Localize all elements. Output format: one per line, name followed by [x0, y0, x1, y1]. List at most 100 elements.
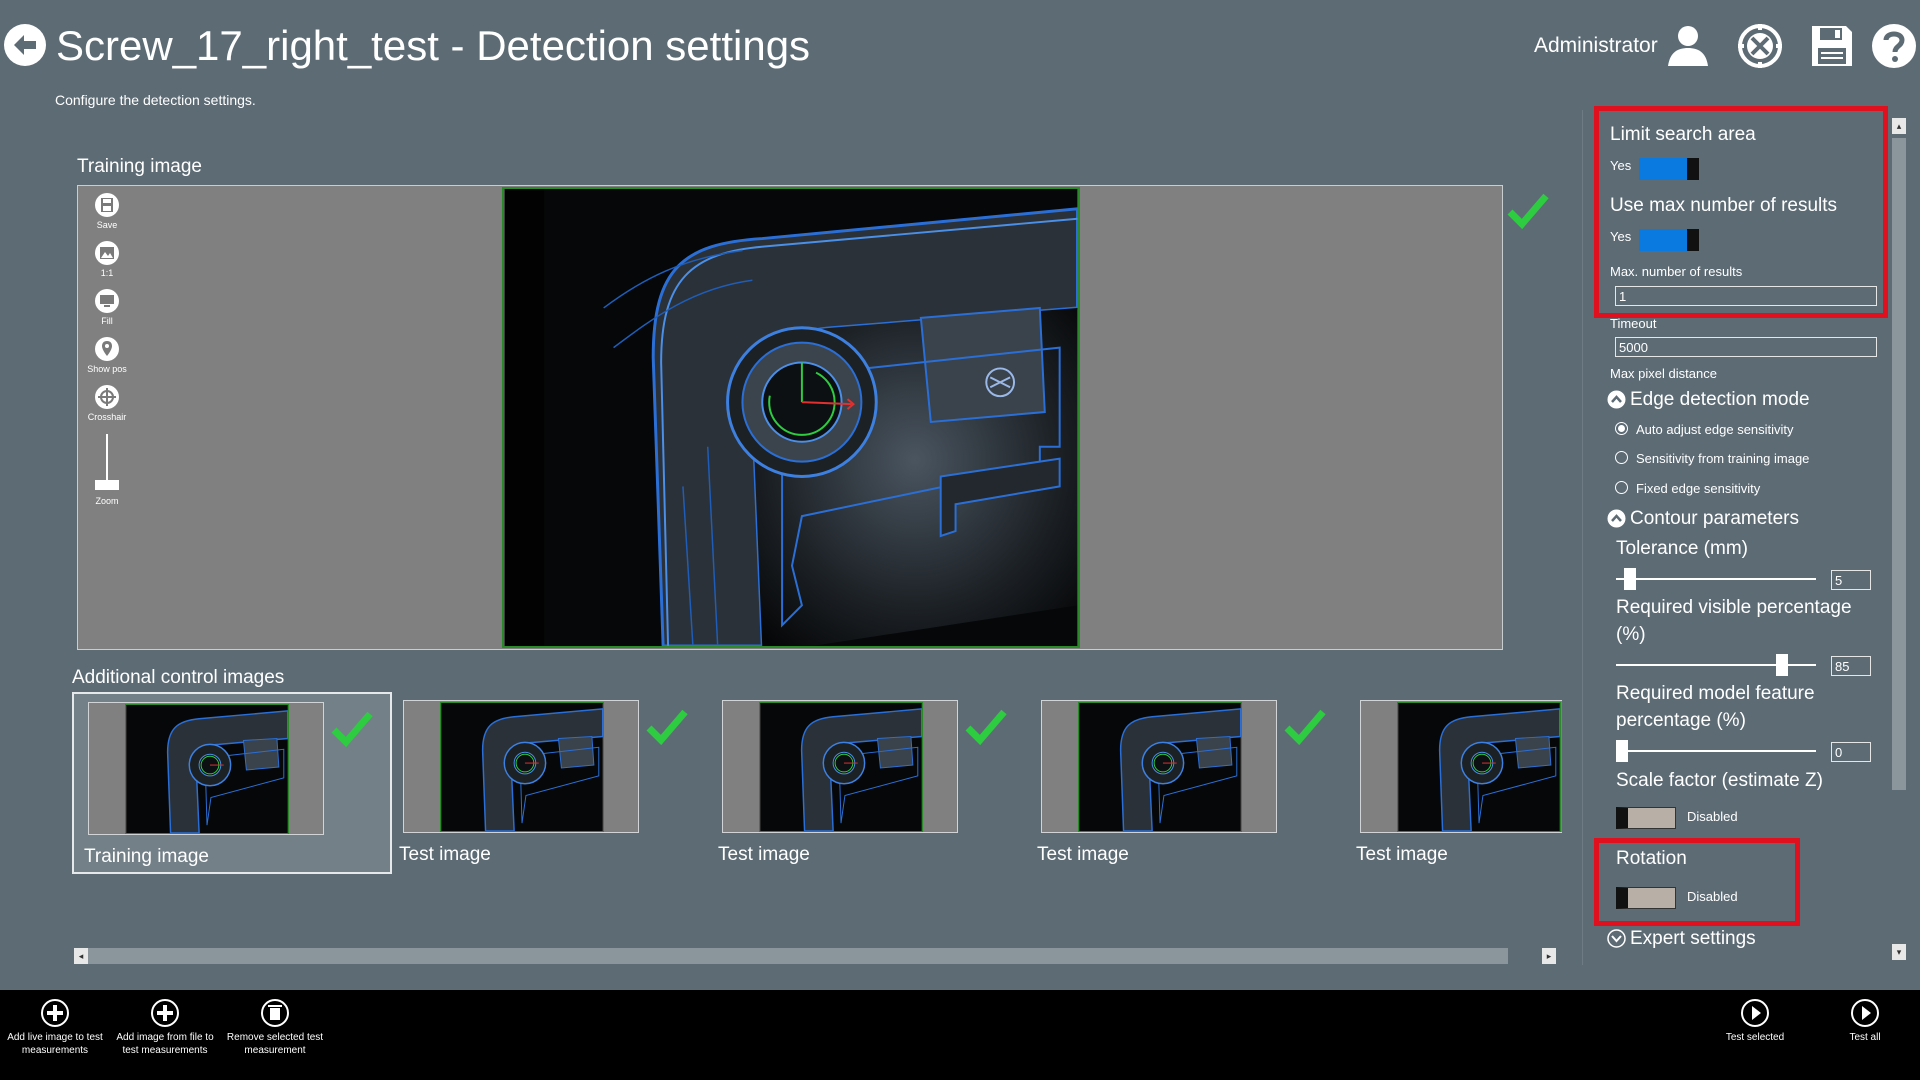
- part-thumbnail: [759, 702, 923, 832]
- contour-parameters-label: Contour parameters: [1630, 508, 1799, 529]
- collapse-up-icon[interactable]: [1607, 390, 1626, 409]
- timeout-input[interactable]: [1615, 337, 1877, 357]
- crosshair-icon: [95, 385, 119, 409]
- use-max-results-toggle[interactable]: [1639, 229, 1699, 251]
- zoom-slider[interactable]: Zoom: [84, 430, 130, 516]
- visible-percentage-unit: (%): [1616, 624, 1646, 645]
- toolbar-1to1-button[interactable]: 1:1: [84, 238, 130, 286]
- scroll-left-arrow[interactable]: ◂: [74, 948, 88, 964]
- scale-factor-toggle[interactable]: [1616, 807, 1676, 829]
- training-image-title: Training image: [77, 156, 202, 177]
- control-image-frame: [1041, 700, 1277, 833]
- control-image-label: Test image: [718, 844, 810, 865]
- toolbar-save-button[interactable]: Save: [84, 190, 130, 238]
- radio-sensitivity-from-training-label: Sensitivity from training image: [1636, 451, 1810, 466]
- control-image-label: Test image: [1037, 844, 1129, 865]
- toolbar-crosshair-button[interactable]: Crosshair: [84, 382, 130, 430]
- visible-percentage-slider[interactable]: [1616, 654, 1816, 676]
- part-thumbnail: [440, 702, 604, 832]
- training-check-icon: [1507, 193, 1549, 230]
- control-image-item[interactable]: Test image: [1346, 692, 1562, 874]
- back-arrow-icon: [5, 25, 45, 65]
- tolerance-slider[interactable]: [1616, 568, 1816, 590]
- slider-thumb[interactable]: [1616, 740, 1628, 762]
- expert-settings-label: Expert settings: [1630, 928, 1756, 949]
- settings-panel: Limit search area Yes Use max number of …: [1582, 110, 1892, 965]
- max-results-label: Max. number of results: [1610, 264, 1743, 279]
- add-circle-icon: [151, 999, 179, 1027]
- tools-icon[interactable]: [1736, 22, 1784, 70]
- use-max-results-state: Yes: [1610, 229, 1632, 244]
- scroll-right-arrow[interactable]: ▸: [1542, 948, 1556, 964]
- user-name: Administrator: [1534, 34, 1658, 57]
- add-live-image-button[interactable]: Add live image to test measurements: [5, 998, 105, 1057]
- scroll-down-arrow[interactable]: ▾: [1892, 944, 1906, 960]
- test-selected-button[interactable]: Test selected: [1705, 998, 1805, 1044]
- control-image-item[interactable]: Training image: [72, 692, 392, 874]
- rotation-toggle[interactable]: [1616, 887, 1676, 909]
- max-results-input[interactable]: [1615, 286, 1877, 306]
- control-image-item[interactable]: Test image: [389, 692, 709, 874]
- control-image-frame: [88, 702, 324, 835]
- collapse-up-icon[interactable]: [1607, 509, 1626, 528]
- slider-thumb[interactable]: [1776, 654, 1788, 676]
- training-image-view[interactable]: [502, 187, 1080, 648]
- max-pixel-distance-label: Max pixel distance: [1610, 366, 1717, 381]
- control-image-label: Training image: [84, 846, 209, 867]
- model-feature-percentage-slider[interactable]: [1616, 740, 1816, 762]
- part-thumbnail: [125, 704, 289, 834]
- limit-search-area-state: Yes: [1610, 158, 1632, 173]
- timeout-label: Timeout: [1610, 316, 1657, 331]
- visible-percentage-input[interactable]: [1831, 656, 1871, 676]
- toolbar-save-label: Save: [96, 220, 118, 230]
- test-all-label: Test all: [1849, 1032, 1881, 1043]
- rotation-label: Rotation: [1616, 848, 1687, 869]
- use-max-results-label: Use max number of results: [1610, 195, 1838, 216]
- control-image-frame: [722, 700, 958, 833]
- edge-detection-mode-label: Edge detection mode: [1630, 389, 1810, 410]
- check-icon: [1284, 709, 1326, 746]
- part-thumbnail: [1397, 702, 1561, 832]
- check-icon: [965, 709, 1007, 746]
- tolerance-label: Tolerance (mm): [1616, 538, 1748, 559]
- slider-thumb[interactable]: [1624, 568, 1636, 590]
- vertical-scroll-thumb[interactable]: [1892, 138, 1906, 790]
- radio-fixed-edge-label: Fixed edge sensitivity: [1636, 481, 1761, 496]
- control-image-item[interactable]: Test image: [708, 692, 1028, 874]
- horizontal-scroll-thumb[interactable]: [88, 948, 1508, 964]
- slider-track: [1616, 750, 1816, 752]
- additional-images-title: Additional control images: [72, 667, 285, 688]
- toolbar-fill-button[interactable]: Fill: [84, 286, 130, 334]
- limit-search-area-toggle[interactable]: [1639, 158, 1699, 180]
- help-icon[interactable]: [1870, 22, 1918, 70]
- test-all-button[interactable]: Test all: [1815, 998, 1915, 1044]
- user-icon[interactable]: [1664, 22, 1712, 70]
- toolbar-fill-label: Fill: [101, 316, 113, 326]
- rotation-state: Disabled: [1687, 889, 1738, 904]
- radio-sensitivity-from-training[interactable]: [1615, 451, 1628, 464]
- scale-factor-state: Disabled: [1687, 809, 1738, 824]
- expand-down-icon[interactable]: [1607, 929, 1626, 948]
- save-icon[interactable]: [1808, 22, 1856, 70]
- zoom-thumb[interactable]: [95, 480, 119, 490]
- add-circle-icon: [41, 999, 69, 1027]
- tolerance-input[interactable]: [1831, 570, 1871, 590]
- radio-auto-adjust[interactable]: [1615, 422, 1628, 435]
- control-image-frame: [403, 700, 639, 833]
- remove-selected-button[interactable]: Remove selected test measurement: [225, 998, 325, 1057]
- scroll-up-arrow[interactable]: ▴: [1892, 118, 1906, 134]
- model-feature-percentage-input[interactable]: [1831, 742, 1871, 762]
- add-image-from-file-label: Add image from file to test measurements: [116, 1032, 214, 1056]
- limit-search-area-label: Limit search area: [1610, 124, 1756, 145]
- radio-auto-adjust-label: Auto adjust edge sensitivity: [1636, 422, 1794, 437]
- vertical-scrollbar[interactable]: ▴ ▾: [1890, 118, 1908, 962]
- radio-fixed-edge[interactable]: [1615, 481, 1628, 494]
- control-image-item[interactable]: Test image: [1027, 692, 1347, 874]
- pin-icon: [95, 337, 119, 361]
- add-image-from-file-button[interactable]: Add image from file to test measurements: [115, 998, 215, 1057]
- horizontal-scrollbar[interactable]: ◂ ▸: [72, 946, 1562, 966]
- back-button[interactable]: [4, 24, 46, 66]
- toolbar-show-pos-button[interactable]: Show pos: [84, 334, 130, 382]
- save-icon: [95, 193, 119, 217]
- toolbar-1to1-label: 1:1: [100, 268, 114, 278]
